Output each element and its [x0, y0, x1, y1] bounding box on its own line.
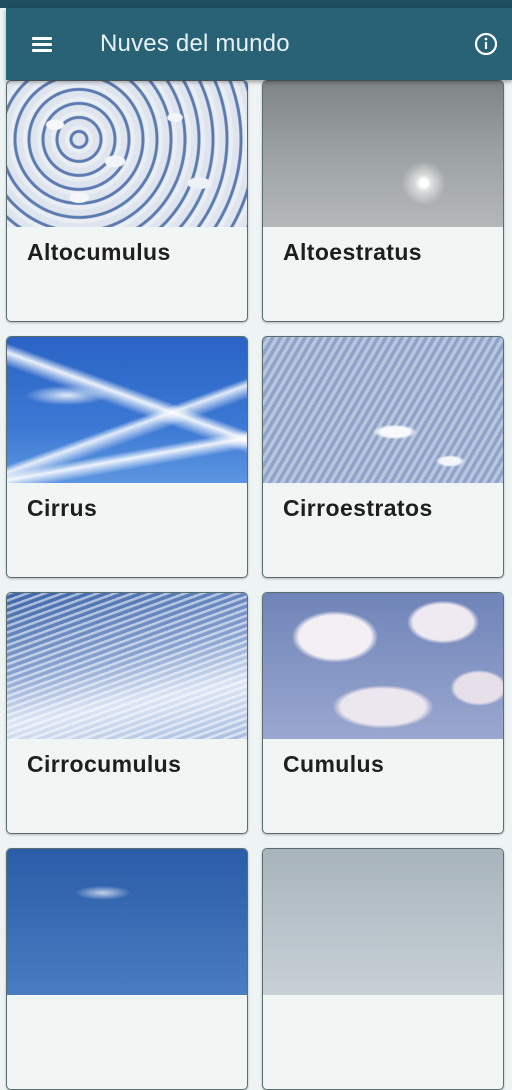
cloud-photo [7, 849, 247, 995]
cloud-photo [263, 337, 503, 483]
cloud-photo [7, 593, 247, 739]
cloud-card-cumulus[interactable]: Cumulus [262, 592, 504, 834]
cloud-card-cirrus[interactable]: Cirrus [6, 336, 248, 578]
cloud-card-cirrocumulus[interactable]: Cirrocumulus [6, 592, 248, 834]
info-icon[interactable] [474, 32, 498, 56]
cloud-photo [263, 593, 503, 739]
cloud-name: Cirrocumulus [27, 751, 182, 777]
cloud-name: Cumulus [283, 751, 385, 777]
cloud-photo [263, 849, 503, 995]
cloud-card-altocumulus[interactable]: Altocumulus [6, 80, 248, 322]
cloud-card-altoestratus[interactable]: Altoestratus [262, 80, 504, 322]
cloud-card-cirroestratos[interactable]: Cirroestratos [262, 336, 504, 578]
cloud-photo [7, 81, 247, 227]
status-bar [0, 0, 512, 8]
app-title: Nuves del mundo [100, 30, 290, 57]
cloud-name: Cirroestratos [283, 495, 433, 521]
cloud-name: Altoestratus [283, 239, 422, 265]
menu-icon[interactable] [32, 35, 54, 53]
cloud-card-partial[interactable] [262, 848, 504, 1090]
cloud-name: Altocumulus [27, 239, 171, 265]
cloud-card-partial[interactable] [6, 848, 248, 1090]
cloud-photo [263, 81, 503, 227]
app-bar: Nuves del mundo [6, 8, 512, 80]
cloud-photo [7, 337, 247, 483]
cloud-name: Cirrus [27, 495, 98, 521]
